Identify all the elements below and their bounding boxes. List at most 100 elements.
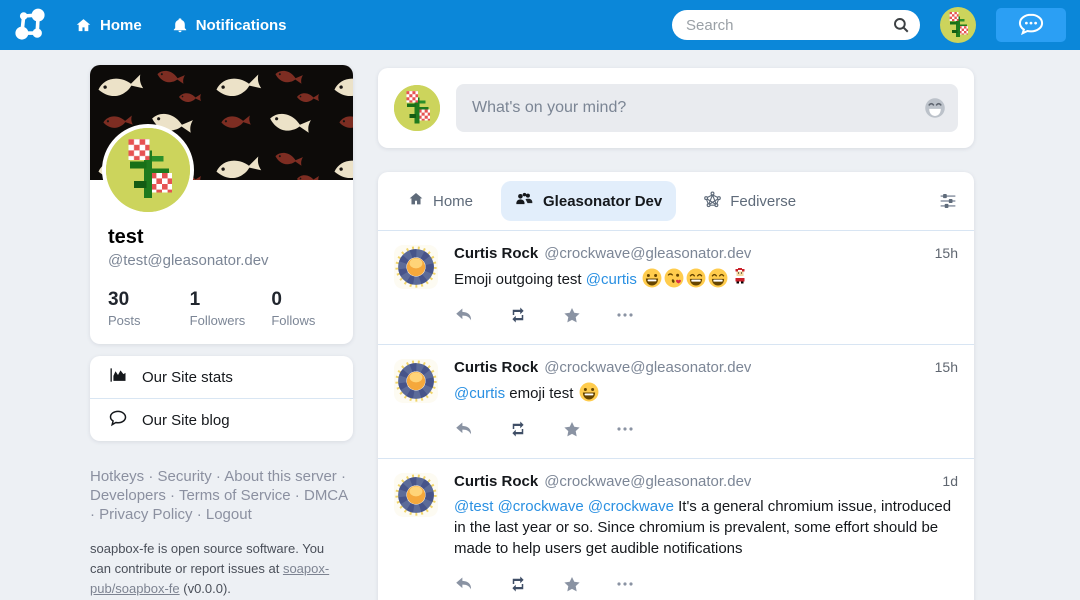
- chat-button[interactable]: [996, 8, 1066, 42]
- post-author-handle[interactable]: @crockwave@gleasonator.dev: [544, 359, 751, 376]
- timeline-tabs: Home Gleasonator Dev: [378, 172, 974, 230]
- post-author-handle[interactable]: @crockwave@gleasonator.dev: [544, 473, 751, 490]
- search-input[interactable]: [672, 10, 920, 40]
- custom-pixel-character-emoji: [729, 271, 751, 288]
- post-author-handle[interactable]: @crockwave@gleasonator.dev: [544, 245, 751, 262]
- post-content: Emoji outgoing test @curtis: [454, 268, 958, 290]
- post-timestamp[interactable]: 15h: [935, 359, 958, 375]
- reply-icon: [454, 575, 474, 597]
- ellipsis-button[interactable]: [616, 306, 634, 328]
- home-icon: [75, 17, 92, 34]
- footer-link-about-this-server[interactable]: About this server: [224, 468, 337, 485]
- timeline-card: Home Gleasonator Dev: [378, 172, 974, 600]
- post-actions: [454, 575, 958, 597]
- reply-button[interactable]: [454, 420, 474, 442]
- mention-link[interactable]: @crockwave: [588, 498, 674, 515]
- top-navbar: Home Notifications: [0, 0, 1080, 50]
- site-nav-card: Our Site stats Our Site blog: [90, 356, 353, 441]
- post-author-avatar[interactable]: [394, 359, 438, 403]
- ellipsis-icon: [616, 575, 634, 597]
- star-icon: [562, 420, 582, 442]
- nav-home[interactable]: Home: [75, 17, 142, 34]
- footer-link-developers[interactable]: Developers: [90, 487, 166, 504]
- stat-followers[interactable]: 1 Followers: [190, 289, 272, 328]
- nav-home-label: Home: [100, 17, 142, 34]
- ellipsis-icon: [616, 420, 634, 442]
- post-author-avatar[interactable]: [394, 473, 438, 517]
- compose-input[interactable]: [456, 84, 958, 132]
- footer-version-text: (v0.0.0).: [180, 581, 231, 596]
- tab-home-label: Home: [433, 193, 473, 210]
- fediverse-icon: [704, 191, 721, 212]
- post-author-name[interactable]: Curtis Rock: [454, 245, 538, 262]
- footer-link-security[interactable]: Security: [158, 468, 212, 485]
- repost-icon: [508, 575, 528, 597]
- stat-posts-label: Posts: [108, 313, 190, 328]
- profile-handle: @test@gleasonator.dev: [108, 252, 353, 269]
- navbar-right: [672, 7, 1066, 43]
- mention-link[interactable]: @test: [454, 498, 493, 515]
- post: Curtis Rock @crockwave@gleasonator.dev 1d @…: [378, 459, 974, 600]
- sliders-icon[interactable]: [938, 192, 958, 210]
- search-box: [672, 10, 920, 40]
- footer-link-hotkeys[interactable]: Hotkeys: [90, 468, 144, 485]
- sidebar-item-site-stats-label: Our Site stats: [142, 369, 233, 386]
- post-actions: [454, 306, 958, 328]
- star-button[interactable]: [562, 575, 582, 597]
- account-avatar[interactable]: [940, 7, 976, 43]
- sidebar-item-site-stats[interactable]: Our Site stats: [90, 356, 353, 398]
- mention-link[interactable]: @crockwave: [498, 498, 584, 515]
- tab-fediverse[interactable]: Fediverse: [690, 181, 810, 222]
- profile-stats: 30 Posts 1 Followers 0 Follows: [108, 289, 353, 328]
- post-author-avatar[interactable]: [394, 245, 438, 289]
- post-author-name[interactable]: Curtis Rock: [454, 359, 538, 376]
- ellipsis-icon: [616, 306, 634, 328]
- post: Curtis Rock @crockwave@gleasonator.dev 15h…: [378, 231, 974, 344]
- footer-link-logout[interactable]: Logout: [206, 506, 252, 523]
- beaming-face-emoji: [707, 271, 729, 288]
- star-button[interactable]: [562, 306, 582, 328]
- compose-field[interactable]: [456, 84, 958, 132]
- nav-notifications[interactable]: Notifications: [172, 17, 287, 34]
- star-icon: [562, 306, 582, 328]
- post-list: Curtis Rock @crockwave@gleasonator.dev 15h…: [378, 231, 974, 600]
- beaming-face-emoji: [685, 271, 707, 288]
- emoji-picker-icon[interactable]: [924, 97, 946, 119]
- repost-button[interactable]: [508, 306, 528, 328]
- profile-card: test @test@gleasonator.dev 30 Posts 1 Fo…: [90, 65, 353, 344]
- search-icon[interactable]: [892, 16, 910, 39]
- stat-posts[interactable]: 30 Posts: [108, 289, 190, 328]
- mention-link[interactable]: @curtis: [586, 271, 637, 288]
- post-author-name[interactable]: Curtis Rock: [454, 473, 538, 490]
- ellipsis-button[interactable]: [616, 575, 634, 597]
- footer-link-privacy-policy[interactable]: Privacy Policy: [99, 506, 192, 523]
- reply-button[interactable]: [454, 306, 474, 328]
- stat-followers-value: 1: [190, 289, 272, 311]
- reply-button[interactable]: [454, 575, 474, 597]
- stat-follows[interactable]: 0 Follows: [271, 289, 353, 328]
- stat-follows-label: Follows: [271, 313, 353, 328]
- profile-avatar[interactable]: [102, 124, 194, 216]
- post: Curtis Rock @crockwave@gleasonator.dev 15h…: [378, 345, 974, 458]
- tab-gleasonator-dev[interactable]: Gleasonator Dev: [501, 181, 676, 221]
- app-logo-icon[interactable]: [11, 6, 49, 44]
- footer-links: Hotkeys · Security · About this server ·…: [90, 467, 353, 524]
- footer-link-dmca[interactable]: DMCA: [304, 487, 347, 504]
- star-button[interactable]: [562, 420, 582, 442]
- mention-link[interactable]: @curtis: [454, 385, 505, 402]
- post-timestamp[interactable]: 1d: [942, 473, 958, 489]
- chat-bubble-icon: [1016, 12, 1046, 39]
- tab-home[interactable]: Home: [394, 181, 487, 221]
- footer-about: soapbox-fe is open source software. You …: [90, 539, 346, 599]
- footer-link-terms-of-service[interactable]: Terms of Service: [179, 487, 291, 504]
- profile-display-name[interactable]: test: [108, 226, 353, 249]
- primary-nav: Home Notifications: [75, 17, 287, 34]
- home-icon: [408, 191, 424, 211]
- post-timestamp[interactable]: 15h: [935, 245, 958, 261]
- repost-button[interactable]: [508, 420, 528, 442]
- compose-avatar[interactable]: [394, 85, 440, 131]
- repost-button[interactable]: [508, 575, 528, 597]
- sidebar-item-site-blog[interactable]: Our Site blog: [90, 399, 353, 441]
- post-content: @test @crockwave @crockwave It's a gener…: [454, 496, 958, 559]
- ellipsis-button[interactable]: [616, 420, 634, 442]
